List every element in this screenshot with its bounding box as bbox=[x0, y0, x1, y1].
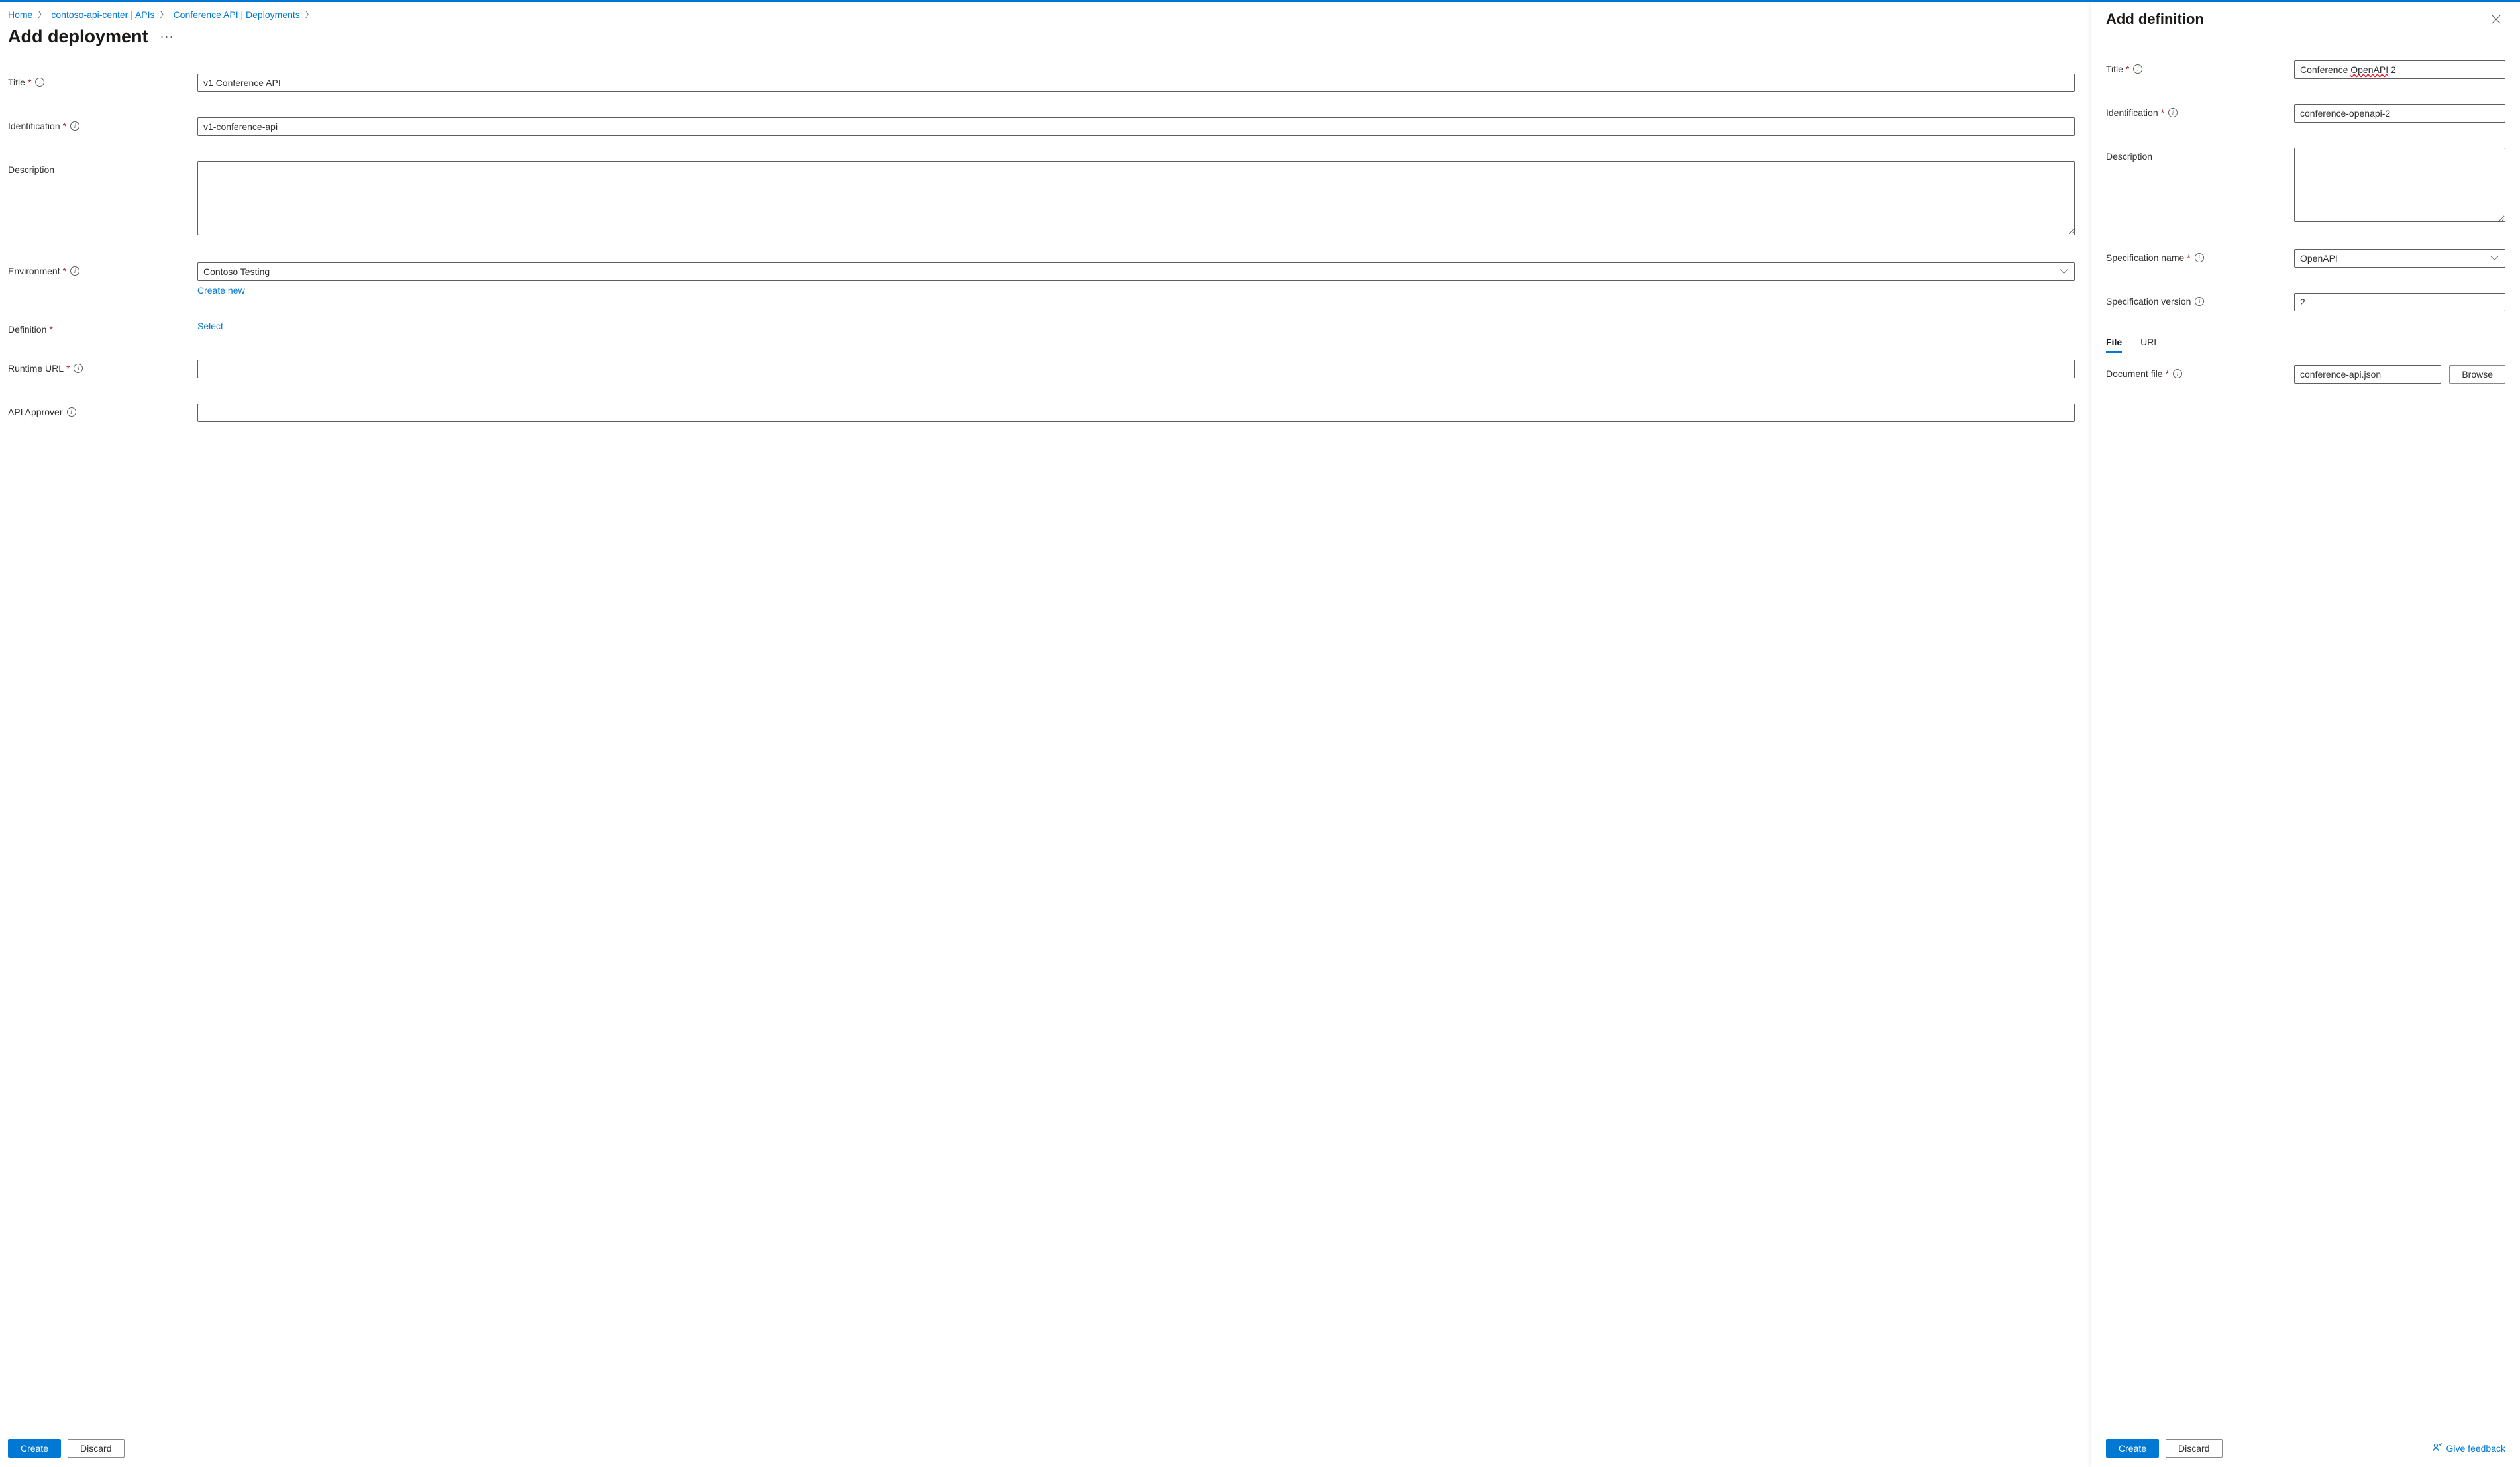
side-discard-button[interactable]: Discard bbox=[2166, 1439, 2222, 1458]
main-pane: Home 〉 contoso-api-center | APIs 〉 Confe… bbox=[0, 2, 2091, 1467]
close-icon[interactable] bbox=[2487, 10, 2505, 28]
api-approver-label: API Approver i bbox=[8, 404, 197, 417]
description-textarea[interactable] bbox=[197, 161, 2075, 235]
info-icon[interactable]: i bbox=[70, 121, 79, 131]
side-pane: Add definition Title * i Conference Open… bbox=[2091, 2, 2520, 1467]
info-icon[interactable]: i bbox=[35, 78, 44, 87]
side-footer: Create Discard Give feedback bbox=[2106, 1431, 2505, 1467]
breadcrumb-api-center[interactable]: contoso-api-center | APIs bbox=[51, 9, 154, 20]
environment-select[interactable]: Contoso Testing bbox=[197, 262, 2075, 281]
side-description-label: Description bbox=[2106, 148, 2294, 162]
definition-label: Definition * bbox=[8, 321, 197, 335]
document-file-label: Document file * i bbox=[2106, 365, 2294, 379]
main-footer: Create Discard bbox=[8, 1431, 2075, 1467]
side-title-label: Title * i bbox=[2106, 60, 2294, 74]
browse-button[interactable]: Browse bbox=[2449, 365, 2505, 384]
info-icon[interactable]: i bbox=[67, 408, 76, 417]
feedback-icon bbox=[2432, 1442, 2442, 1455]
info-icon[interactable]: i bbox=[2168, 108, 2178, 117]
info-icon[interactable]: i bbox=[70, 266, 79, 276]
side-create-button[interactable]: Create bbox=[2106, 1439, 2159, 1458]
info-icon[interactable]: i bbox=[2133, 64, 2142, 74]
tab-file[interactable]: File bbox=[2106, 337, 2122, 353]
runtime-url-label: Runtime URL * i bbox=[8, 360, 197, 374]
runtime-url-input[interactable] bbox=[197, 360, 2075, 378]
title-input[interactable] bbox=[197, 74, 2075, 92]
more-icon[interactable]: ··· bbox=[160, 30, 174, 44]
api-approver-input[interactable] bbox=[197, 404, 2075, 422]
document-file-input[interactable] bbox=[2294, 365, 2441, 384]
spec-version-label: Specification version i bbox=[2106, 293, 2294, 307]
info-icon[interactable]: i bbox=[2195, 297, 2204, 306]
environment-label: Environment * i bbox=[8, 262, 197, 276]
breadcrumb-home[interactable]: Home bbox=[8, 9, 32, 20]
breadcrumb-conference-api[interactable]: Conference API | Deployments bbox=[174, 9, 300, 20]
side-identification-label: Identification * i bbox=[2106, 104, 2294, 118]
side-panel-title: Add definition bbox=[2106, 11, 2204, 28]
tab-url[interactable]: URL bbox=[2140, 337, 2159, 353]
spec-version-input[interactable] bbox=[2294, 293, 2505, 311]
create-button[interactable]: Create bbox=[8, 1439, 61, 1458]
side-title-input[interactable]: Conference OpenAPI 2 bbox=[2294, 60, 2505, 79]
give-feedback-link[interactable]: Give feedback bbox=[2432, 1442, 2506, 1455]
info-icon[interactable]: i bbox=[2195, 253, 2204, 262]
spec-name-select[interactable]: OpenAPI bbox=[2294, 249, 2505, 268]
definition-select-link[interactable]: Select bbox=[197, 321, 223, 331]
title-label: Title * i bbox=[8, 74, 197, 87]
side-description-textarea[interactable] bbox=[2294, 148, 2505, 222]
create-new-link[interactable]: Create new bbox=[197, 285, 245, 296]
spec-name-label: Specification name * i bbox=[2106, 249, 2294, 263]
identification-input[interactable] bbox=[197, 117, 2075, 136]
side-identification-input[interactable] bbox=[2294, 104, 2505, 123]
identification-label: Identification * i bbox=[8, 117, 197, 131]
info-icon[interactable]: i bbox=[2173, 369, 2182, 378]
discard-button[interactable]: Discard bbox=[68, 1439, 124, 1458]
chevron-down-icon bbox=[2492, 254, 2499, 262]
chevron-right-icon: 〉 bbox=[38, 9, 46, 20]
page-title: Add deployment bbox=[8, 27, 148, 47]
breadcrumb: Home 〉 contoso-api-center | APIs 〉 Confe… bbox=[8, 9, 2075, 20]
file-url-tabs: File URL bbox=[2106, 337, 2505, 353]
chevron-right-icon: 〉 bbox=[305, 9, 313, 20]
info-icon[interactable]: i bbox=[74, 364, 83, 373]
chevron-right-icon: 〉 bbox=[160, 9, 168, 20]
description-label: Description bbox=[8, 161, 197, 175]
chevron-down-icon bbox=[2061, 268, 2069, 276]
